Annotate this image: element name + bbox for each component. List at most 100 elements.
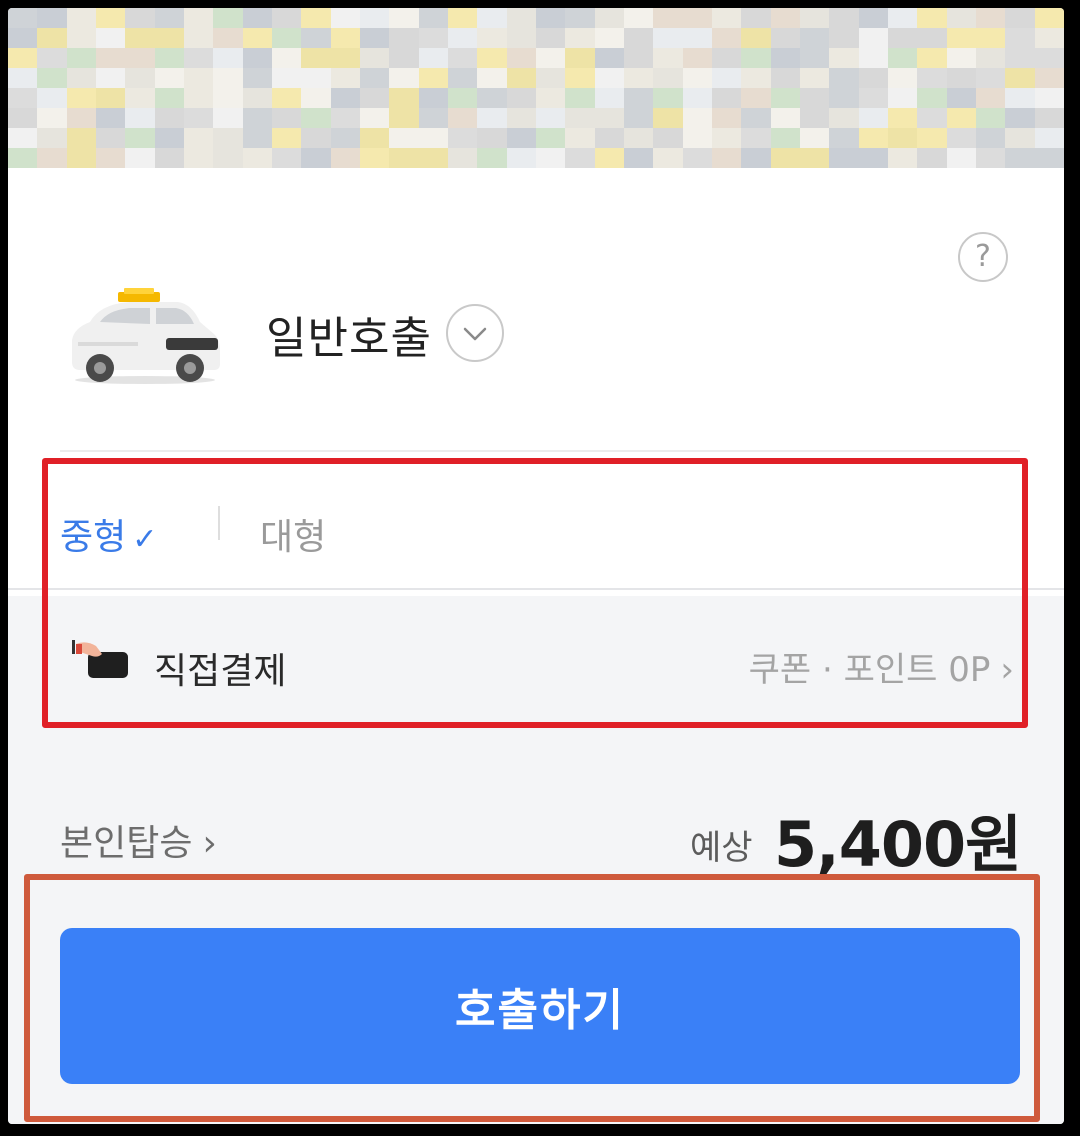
map-tile — [800, 8, 830, 28]
map-tile — [653, 108, 683, 128]
map-tile — [858, 108, 888, 128]
map-tile — [330, 108, 360, 128]
map-tile — [418, 28, 448, 48]
map-tile — [712, 108, 742, 128]
map-tile — [125, 108, 155, 128]
map-tile — [917, 88, 947, 108]
map-tile — [829, 68, 859, 88]
map-tile — [448, 148, 478, 168]
map-tile — [917, 48, 947, 68]
map-tile — [712, 8, 742, 28]
map-tile — [565, 8, 595, 28]
map-tile — [682, 108, 712, 128]
map-tile — [96, 88, 126, 108]
map-tile — [653, 48, 683, 68]
map-tile — [96, 148, 126, 168]
map-tile — [682, 28, 712, 48]
map-tile — [682, 68, 712, 88]
map-tile — [330, 48, 360, 68]
map-tile — [389, 148, 419, 168]
map-tile — [213, 108, 243, 128]
map-tile — [66, 108, 96, 128]
map-tile — [858, 48, 888, 68]
map-tile — [242, 148, 272, 168]
map-tile — [389, 28, 419, 48]
map-tile — [37, 108, 67, 128]
map-tile — [624, 28, 654, 48]
map-tile — [712, 28, 742, 48]
map-tile — [1005, 148, 1035, 168]
map-tile — [712, 68, 742, 88]
map-tile — [37, 88, 67, 108]
map-tile — [682, 48, 712, 68]
map-tile — [8, 88, 38, 108]
map-tile — [565, 108, 595, 128]
map-tile — [976, 108, 1006, 128]
map-tile — [389, 8, 419, 28]
map-tile — [770, 148, 800, 168]
map-tile — [976, 88, 1006, 108]
map-tile — [242, 88, 272, 108]
map-tile — [888, 48, 918, 68]
map-tile — [213, 28, 243, 48]
map-tile — [66, 88, 96, 108]
map-tile — [741, 28, 771, 48]
map-tile — [1005, 128, 1035, 148]
map-tile — [154, 28, 184, 48]
map-tile — [184, 48, 214, 68]
map-tile — [506, 48, 536, 68]
map-tile — [506, 128, 536, 148]
map-tile — [8, 8, 38, 28]
map-tile — [829, 148, 859, 168]
map-tile — [242, 128, 272, 148]
map-tile — [506, 68, 536, 88]
map-tile — [976, 68, 1006, 88]
map-tile — [418, 88, 448, 108]
map-tile — [594, 68, 624, 88]
map-tile — [1005, 68, 1035, 88]
map-tile — [1034, 48, 1064, 68]
map-tile — [858, 28, 888, 48]
map-tile — [976, 128, 1006, 148]
map-tile — [594, 148, 624, 168]
map-tile — [272, 28, 302, 48]
map-tile — [125, 128, 155, 148]
map-tile — [418, 148, 448, 168]
map-tile — [330, 148, 360, 168]
map-tile — [829, 28, 859, 48]
map-tile — [477, 108, 507, 128]
map-tile — [37, 128, 67, 148]
service-type-title[interactable]: 일반호출 — [266, 302, 432, 366]
map-tile — [946, 8, 976, 28]
map-tile — [66, 28, 96, 48]
map-tile — [96, 48, 126, 68]
map-tile — [770, 128, 800, 148]
map-tile — [536, 88, 566, 108]
map-tile — [213, 68, 243, 88]
map-tile — [536, 148, 566, 168]
map-tile — [946, 68, 976, 88]
map-tile — [477, 68, 507, 88]
help-icon[interactable]: ? — [958, 232, 1008, 282]
map-tile — [477, 28, 507, 48]
map-tile — [8, 68, 38, 88]
map-tile — [242, 28, 272, 48]
map-tile — [1034, 8, 1064, 28]
service-dropdown-button[interactable] — [446, 304, 504, 362]
map-tile — [917, 128, 947, 148]
map-tile — [917, 28, 947, 48]
map-view[interactable] — [8, 8, 1064, 168]
map-tile — [653, 28, 683, 48]
divider — [60, 450, 1020, 452]
map-tile — [360, 148, 390, 168]
map-tile — [888, 148, 918, 168]
map-tile — [536, 108, 566, 128]
map-tile — [741, 108, 771, 128]
map-tile — [858, 148, 888, 168]
map-tile — [594, 28, 624, 48]
map-tile — [330, 88, 360, 108]
map-tile — [770, 28, 800, 48]
map-tile — [800, 28, 830, 48]
map-tile — [477, 48, 507, 68]
self-ride-option[interactable]: 본인탑승 › — [60, 814, 217, 866]
